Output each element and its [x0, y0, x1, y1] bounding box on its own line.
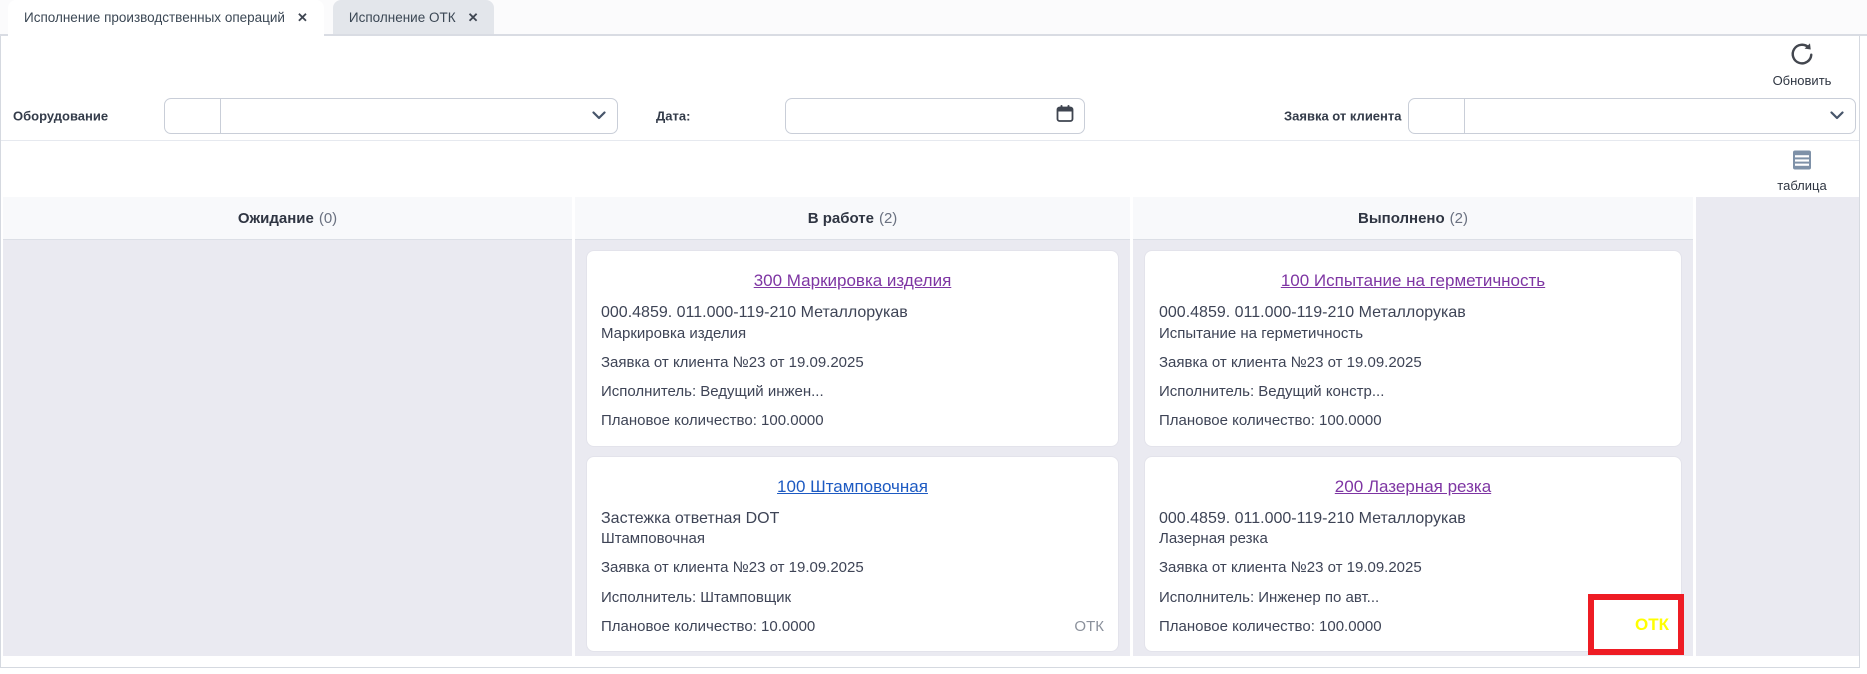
card-product: 000.4859. 011.000-119-210 Металлорукав [601, 302, 1104, 324]
card-product: 000.4859. 011.000-119-210 Металлорукав [1159, 508, 1667, 530]
refresh-button[interactable]: Обновить [1759, 41, 1845, 88]
chevron-down-icon [1830, 107, 1844, 125]
refresh-label: Обновить [1773, 73, 1832, 88]
kanban-card[interactable]: 100 Испытание на герметичность 000.4859.… [1144, 250, 1682, 447]
column-body: 300 Маркировка изделия 000.4859. 011.000… [575, 240, 1130, 662]
top-toolbar: Обновить [1, 34, 1859, 92]
card-planned-quantity: Плановое количество: 100.0000 [1159, 411, 1667, 431]
column-count: (0) [319, 210, 337, 227]
tab-bar: Исполнение производственных операций ✕ И… [0, 0, 1867, 36]
column-title: Выполнено [1358, 210, 1445, 227]
column-in-work: В работе (2) 300 Маркировка изделия 000.… [575, 197, 1130, 656]
otk-button-highlighted[interactable]: ОТК [1588, 594, 1684, 655]
card-executor: Исполнитель: Ведущий констр... [1159, 382, 1667, 402]
tab-otk[interactable]: Исполнение ОТК ✕ [333, 0, 495, 34]
kanban-card[interactable]: 100 Штамповочная Застежка ответная DOT Ш… [586, 456, 1119, 653]
card-operation: Лазерная резка [1159, 529, 1667, 549]
filter-row: Оборудование Дата: [1, 92, 1859, 141]
column-body [3, 240, 572, 260]
card-product: Застежка ответная DOT [601, 508, 1104, 530]
card-client-request: Заявка от клиента №23 от 19.09.2025 [601, 558, 1104, 578]
card-client-request: Заявка от клиента №23 от 19.09.2025 [601, 353, 1104, 373]
tab-label: Исполнение производственных операций [24, 10, 285, 25]
main-panel: Обновить Оборудование Дата: [0, 34, 1860, 668]
equipment-code-input[interactable] [165, 99, 221, 133]
card-client-request: Заявка от клиента №23 от 19.09.2025 [1159, 353, 1667, 373]
card-operation: Испытание на герметичность [1159, 324, 1667, 344]
column-count: (2) [879, 210, 897, 227]
chevron-down-icon [592, 107, 606, 125]
date-label: Дата: [656, 109, 690, 124]
card-executor: Исполнитель: Ведущий инжен... [601, 382, 1104, 402]
column-header: В работе (2) [575, 197, 1130, 240]
card-product: 000.4859. 011.000-119-210 Металлорукав [1159, 302, 1667, 324]
otk-label[interactable]: ОТК [1074, 617, 1104, 637]
tab-production-operations[interactable]: Исполнение производственных операций ✕ [8, 0, 324, 34]
column-done: Выполнено (2) 100 Испытание на герметичн… [1133, 197, 1693, 656]
card-planned-quantity: Плановое количество: 10.0000 [601, 617, 815, 637]
operation-link[interactable]: 100 Штамповочная [601, 477, 1104, 497]
card-executor: Исполнитель: Штамповщик [601, 588, 1104, 608]
column-title: Ожидание [238, 210, 314, 227]
app-window: Исполнение производственных операций ✕ И… [0, 0, 1867, 674]
table-view-button[interactable]: таблица [1759, 148, 1845, 193]
operation-link[interactable]: 100 Испытание на герметичность [1159, 271, 1667, 291]
column-body: 100 Испытание на герметичность 000.4859.… [1133, 240, 1693, 662]
close-icon[interactable]: ✕ [468, 11, 479, 24]
otk-label: ОТК [1635, 615, 1669, 635]
card-operation: Маркировка изделия [601, 324, 1104, 344]
close-icon[interactable]: ✕ [297, 11, 308, 24]
operation-link[interactable]: 300 Маркировка изделия [601, 271, 1104, 291]
equipment-select[interactable] [164, 98, 618, 134]
kanban-board: Ожидание (0) В работе (2) 300 Маркировка… [1, 197, 1859, 656]
column-count: (2) [1450, 210, 1468, 227]
table-icon [1790, 148, 1814, 175]
refresh-icon [1789, 41, 1815, 70]
equipment-label: Оборудование [13, 109, 108, 124]
board-filler-area [1696, 197, 1859, 656]
calendar-icon [1056, 105, 1074, 128]
date-input[interactable] [785, 98, 1085, 134]
column-header: Ожидание (0) [3, 197, 572, 240]
client-request-label: Заявка от клиента [1284, 109, 1402, 124]
operation-link[interactable]: 200 Лазерная резка [1159, 477, 1667, 497]
kanban-card[interactable]: 200 Лазерная резка 000.4859. 011.000-119… [1144, 456, 1682, 653]
client-request-select[interactable] [1408, 98, 1856, 134]
kanban-card[interactable]: 300 Маркировка изделия 000.4859. 011.000… [586, 250, 1119, 447]
column-waiting: Ожидание (0) [3, 197, 572, 656]
card-planned-quantity: Плановое количество: 100.0000 [601, 411, 1104, 431]
column-title: В работе [808, 210, 874, 227]
column-header: Выполнено (2) [1133, 197, 1693, 240]
client-request-code-input[interactable] [1409, 99, 1465, 133]
table-label: таблица [1777, 178, 1826, 193]
card-client-request: Заявка от клиента №23 от 19.09.2025 [1159, 558, 1667, 578]
tab-label: Исполнение ОТК [349, 10, 456, 25]
card-operation: Штамповочная [601, 529, 1104, 549]
view-toolbar: таблица [1, 141, 1859, 199]
